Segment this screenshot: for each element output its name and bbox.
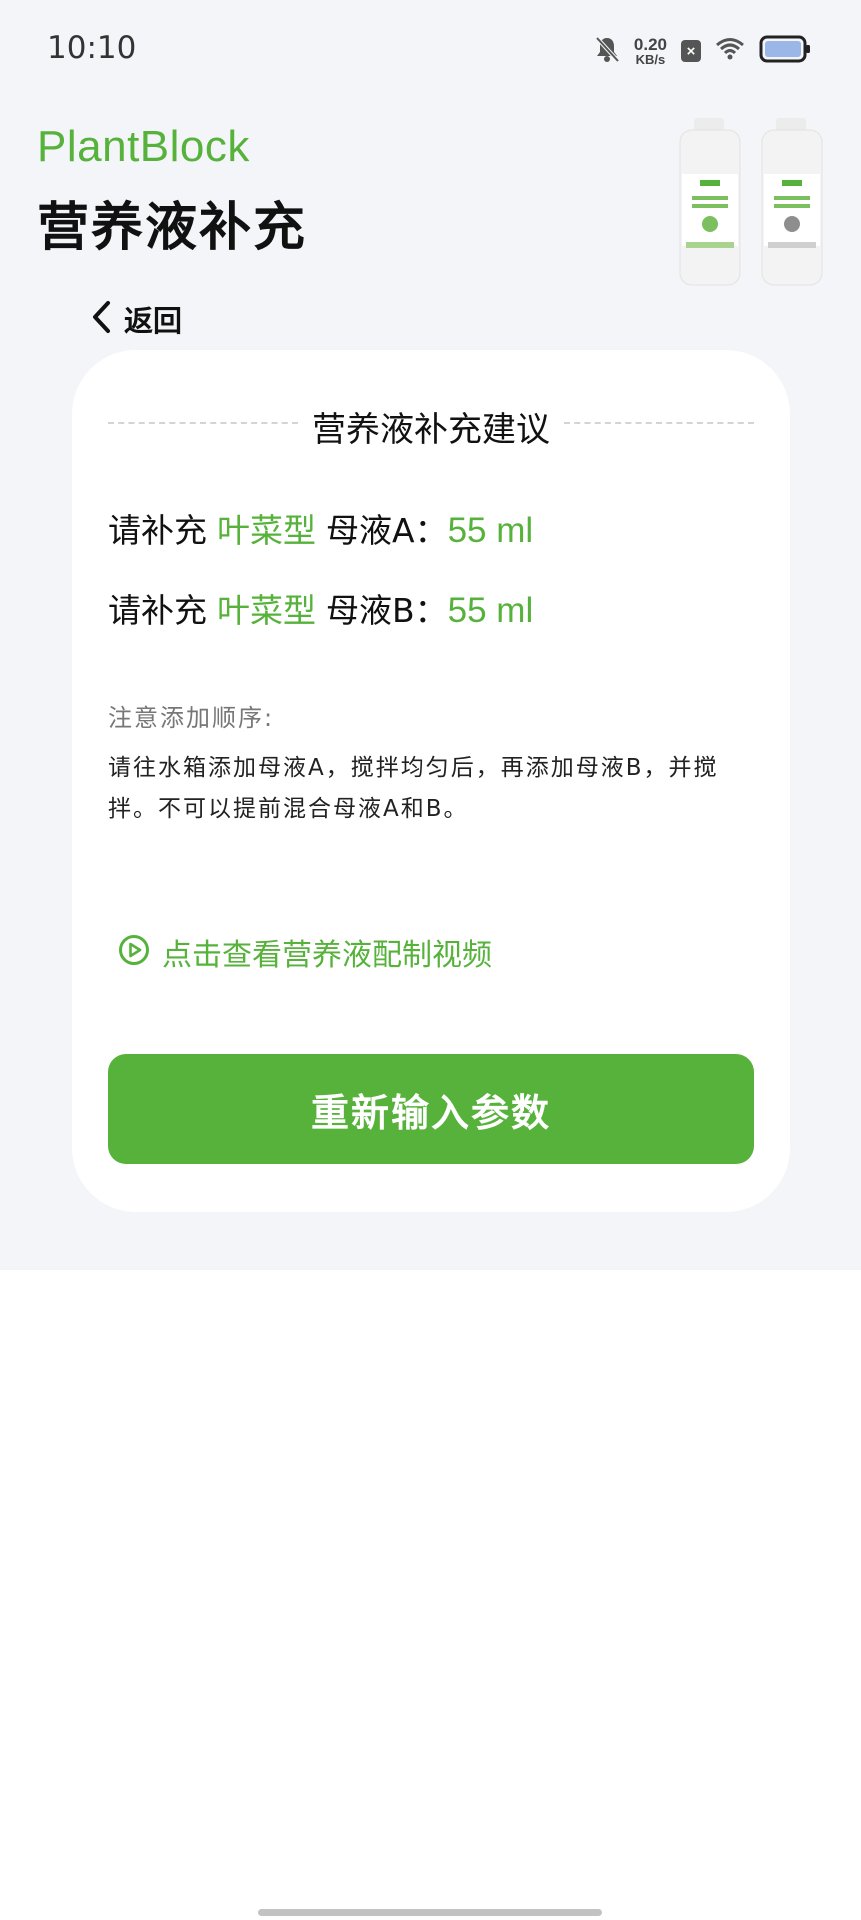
back-button[interactable]: 返回 <box>90 296 182 342</box>
video-link-label: 点击查看营养液配制视频 <box>162 938 492 973</box>
solution-label: 母液B： <box>326 591 448 630</box>
page-title: 营养液补充 <box>37 198 308 258</box>
chevron-left-icon <box>90 300 112 338</box>
supply-row-a: 请补充 叶菜型 母液A：55 ml <box>108 504 533 552</box>
battery-icon <box>759 34 811 68</box>
nutrient-type: 叶菜型 <box>217 591 316 630</box>
status-icons: 0.20 KB/s × <box>594 34 811 68</box>
re-enter-parameters-button[interactable]: 重新输入参数 <box>108 1054 754 1164</box>
supply-amount: 55 ml <box>447 511 534 550</box>
play-circle-icon <box>118 934 150 970</box>
network-speed-unit: KB/s <box>635 52 666 67</box>
network-speed-value: 0.20 <box>633 35 667 54</box>
note-text: 请往水箱添加母液A，搅拌均匀后，再添加母液B，并搅拌。不可以提前混合母液A和B。 <box>108 755 719 822</box>
status-time: 10:10 <box>47 30 137 66</box>
supply-row-b: 请补充 叶菜型 母液B：55 ml <box>108 584 533 632</box>
back-label: 返回 <box>124 304 183 338</box>
brand-name: PlantBlock <box>37 122 250 171</box>
card-title: 营养液补充建议 <box>312 410 550 450</box>
suggestion-card: 营养液补充建议 请补充 叶菜型 母液A：55 ml 请补充 叶菜型 母液B：55 ml … <box>72 350 790 1212</box>
supply-prefix: 请补充 <box>108 511 207 550</box>
bell-muted-icon <box>594 35 620 67</box>
solution-label: 母液A： <box>326 511 448 550</box>
network-speed: 0.20 KB/s <box>634 36 667 66</box>
x-box-icon: × <box>681 40 701 62</box>
video-link[interactable]: 点击查看营养液配制视频 <box>118 930 492 974</box>
card-title-row: 营养液补充建议 <box>108 402 754 450</box>
divider-right <box>564 422 754 424</box>
product-image <box>676 118 828 288</box>
status-bar: 10:10 0.20 KB/s × <box>0 0 861 100</box>
home-indicator[interactable] <box>258 1909 602 1916</box>
supply-prefix: 请补充 <box>108 591 207 630</box>
wifi-icon <box>715 37 745 65</box>
nutrient-type: 叶菜型 <box>217 511 316 550</box>
supply-amount: 55 ml <box>447 591 534 630</box>
note-title: 注意添加顺序: <box>108 704 275 732</box>
